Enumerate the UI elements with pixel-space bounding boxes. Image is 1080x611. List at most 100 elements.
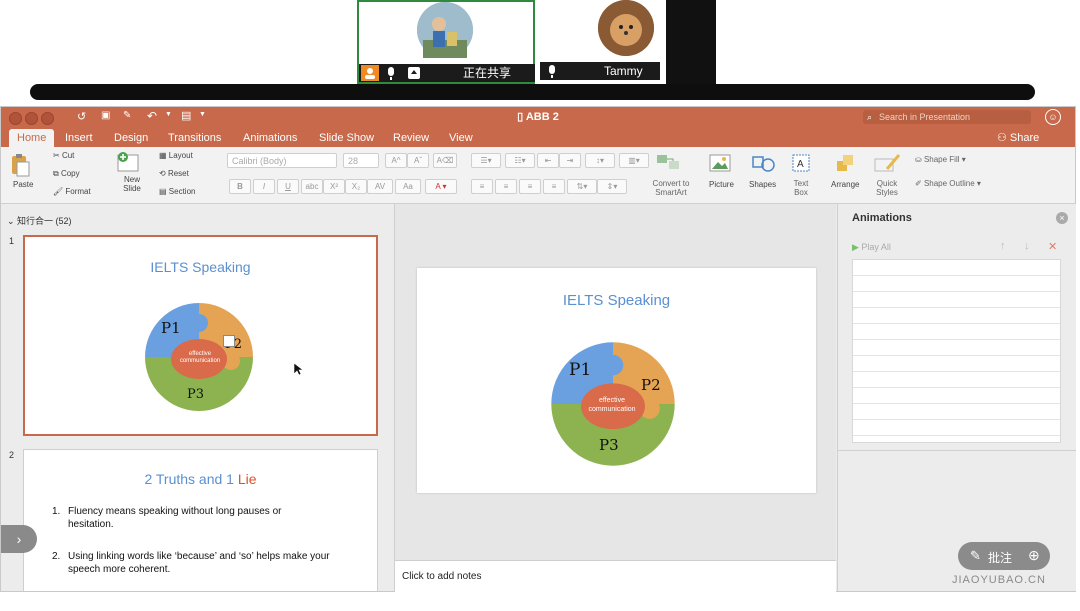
annotate-pill[interactable]: ✎ 批注 ⊕ bbox=[958, 542, 1050, 570]
text-direction-button[interactable]: ⇅▾ bbox=[567, 179, 597, 194]
justify-button[interactable]: ≡ bbox=[543, 179, 565, 194]
cut-button[interactable]: ✂ Cut bbox=[53, 151, 74, 160]
puzzle-label-p1: P1 bbox=[161, 319, 181, 337]
play-all-button[interactable]: ▶ Play All bbox=[852, 242, 891, 253]
video-strip: 正在共享 Tammy bbox=[0, 0, 1080, 104]
arrange-icon[interactable] bbox=[835, 153, 857, 173]
list-item: 2. Using linking words like ‘because’ an… bbox=[52, 551, 330, 575]
align-center-button[interactable]: ≡ bbox=[495, 179, 517, 194]
align-text-button[interactable]: ⇕▾ bbox=[597, 179, 627, 194]
font-size-select[interactable]: 28 bbox=[343, 153, 379, 168]
search-input[interactable]: ⌕ Search in Presentation bbox=[863, 110, 1031, 124]
slide-editor[interactable]: IELTS Speaking P1 P2 P3 effective commun… bbox=[395, 204, 836, 591]
picture-icon[interactable] bbox=[709, 153, 731, 173]
text-box-icon[interactable]: A bbox=[791, 153, 811, 173]
font-name-select[interactable]: Calibri (Body) bbox=[227, 153, 337, 168]
new-slide-label[interactable]: New Slide bbox=[115, 175, 149, 193]
tab-view[interactable]: View bbox=[449, 129, 473, 147]
cursor-arrow-icon bbox=[293, 362, 303, 376]
align-right-button[interactable]: ≡ bbox=[519, 179, 541, 194]
layout-button[interactable]: ▦ Layout bbox=[159, 151, 193, 160]
remove-icon[interactable]: ✕ bbox=[1048, 240, 1057, 253]
section-header[interactable]: ⌄ 知行合一 (52) bbox=[7, 214, 72, 227]
line-spacing-button[interactable]: ↕▾ bbox=[585, 153, 615, 168]
columns-button[interactable]: ▥▾ bbox=[619, 153, 649, 168]
text-cursor-box bbox=[223, 335, 235, 347]
notes-pane[interactable]: Click to add notes bbox=[395, 560, 836, 592]
smiley-icon[interactable]: ☺ bbox=[1045, 109, 1061, 125]
puzzle-label-p3: P3 bbox=[187, 387, 205, 402]
slide-thumbnail-1[interactable]: IELTS Speaking P1 P2 P3 effective commun… bbox=[23, 235, 378, 436]
shapes-icon[interactable] bbox=[751, 153, 777, 173]
slide-title: 2 Truths and 1 Lie bbox=[144, 471, 257, 487]
pen-icon: ✎ bbox=[970, 548, 981, 563]
superscript-button[interactable]: X² bbox=[323, 179, 345, 194]
puzzle-label-p1: P1 bbox=[569, 360, 592, 380]
change-case-button[interactable]: Aa bbox=[395, 179, 421, 194]
quick-styles-icon[interactable] bbox=[873, 153, 901, 173]
font-color-button[interactable]: A ▾ bbox=[425, 179, 457, 194]
slide-thumbnails-pane[interactable]: ⌄ 知行合一 (52) 1 IELTS Speaking P1 P2 P3 ef… bbox=[1, 204, 395, 591]
puzzle-label-p2: P2 bbox=[641, 376, 661, 394]
smartart-icon[interactable] bbox=[655, 153, 681, 171]
convert-smartart-label[interactable]: Convert to SmartArt bbox=[647, 179, 695, 197]
character-spacing-button[interactable]: AV bbox=[367, 179, 393, 194]
tab-transitions[interactable]: Transitions bbox=[168, 129, 221, 147]
paste-icon[interactable] bbox=[9, 153, 31, 177]
pane-divider bbox=[838, 450, 1076, 451]
new-slide-icon[interactable] bbox=[115, 151, 141, 173]
italic-button[interactable]: I bbox=[253, 179, 275, 194]
mic-icon[interactable] bbox=[546, 62, 558, 85]
section-button[interactable]: ▤ Section bbox=[159, 187, 195, 196]
ribbon: Paste ✂ Cut ⧉ Copy 🖌 Format New Slide ▦ … bbox=[1, 147, 1075, 204]
watermark: ✎ 批注 ⊕ JIAOYUBAO.CN bbox=[948, 540, 1060, 588]
numbering-button[interactable]: ☷▾ bbox=[505, 153, 535, 168]
increase-font-button[interactable]: A^ bbox=[385, 153, 407, 168]
close-icon[interactable]: × bbox=[1056, 212, 1068, 224]
shape-fill-button[interactable]: ⛀ Shape Fill ▾ bbox=[915, 155, 966, 164]
reset-icon: ⟲ bbox=[159, 169, 168, 178]
person-icon bbox=[361, 65, 379, 81]
share-button[interactable]: ⚇ Share bbox=[997, 129, 1039, 147]
animation-list[interactable] bbox=[852, 259, 1061, 443]
decrease-font-button[interactable]: Aˇ bbox=[407, 153, 429, 168]
paste-label[interactable]: Paste bbox=[13, 180, 33, 189]
shapes-label[interactable]: Shapes bbox=[749, 180, 776, 189]
align-left-button[interactable]: ≡ bbox=[471, 179, 493, 194]
format-painter-button[interactable]: 🖌 Format bbox=[53, 187, 91, 196]
bold-button[interactable]: B bbox=[229, 179, 251, 194]
tab-review[interactable]: Review bbox=[393, 129, 429, 147]
increase-indent-button[interactable]: ⇥ bbox=[559, 153, 581, 168]
video-tile-presenter[interactable]: 正在共享 bbox=[357, 0, 535, 84]
copy-button[interactable]: ⧉ Copy bbox=[53, 169, 80, 179]
expand-panel-button[interactable]: › bbox=[1, 525, 37, 553]
subscript-button[interactable]: X₂ bbox=[345, 179, 367, 194]
bullets-button[interactable]: ☰▾ bbox=[471, 153, 501, 168]
text-box-label[interactable]: Text Box bbox=[787, 179, 815, 197]
quick-styles-label[interactable]: Quick Styles bbox=[873, 179, 901, 197]
picture-label[interactable]: Picture bbox=[709, 180, 734, 189]
tab-home[interactable]: Home bbox=[9, 129, 55, 147]
list-item: 1. Fluency means speaking without long p… bbox=[52, 506, 282, 530]
slide-thumbnail-2[interactable]: 2 Truths and 1 Lie 1. Fluency means spea… bbox=[23, 449, 378, 591]
video-tile-participant[interactable]: Tammy bbox=[540, 0, 716, 84]
move-down-icon[interactable]: ↓ bbox=[1024, 240, 1030, 252]
tab-design[interactable]: Design bbox=[114, 129, 148, 147]
underline-button[interactable]: U bbox=[277, 179, 299, 194]
shape-outline-button[interactable]: ✐ Shape Outline ▾ bbox=[915, 179, 981, 188]
strikethrough-button[interactable]: abc bbox=[301, 179, 323, 194]
clear-format-icon[interactable]: A⌫ bbox=[433, 153, 457, 168]
arrange-label[interactable]: Arrange bbox=[831, 180, 859, 189]
current-slide[interactable]: IELTS Speaking P1 P2 P3 effective commun… bbox=[417, 268, 816, 493]
brush-icon: 🖌 bbox=[53, 187, 66, 196]
move-up-icon[interactable]: ↑ bbox=[1000, 240, 1006, 252]
tab-slide-show[interactable]: Slide Show bbox=[319, 129, 374, 147]
notes-placeholder[interactable]: Click to add notes bbox=[402, 571, 482, 582]
powerpoint-window: ↺ ▣ ✎ ↶ ▼ ▤ ▼ ▯ ABB 2 ⌕ Search in Presen… bbox=[0, 106, 1076, 592]
decrease-indent-button[interactable]: ⇤ bbox=[537, 153, 559, 168]
tab-animations[interactable]: Animations bbox=[243, 129, 297, 147]
tab-insert[interactable]: Insert bbox=[65, 129, 93, 147]
redacted-bar bbox=[30, 84, 1035, 100]
reset-button[interactable]: ⟲ Reset bbox=[159, 169, 189, 178]
mic-icon[interactable] bbox=[385, 64, 397, 87]
